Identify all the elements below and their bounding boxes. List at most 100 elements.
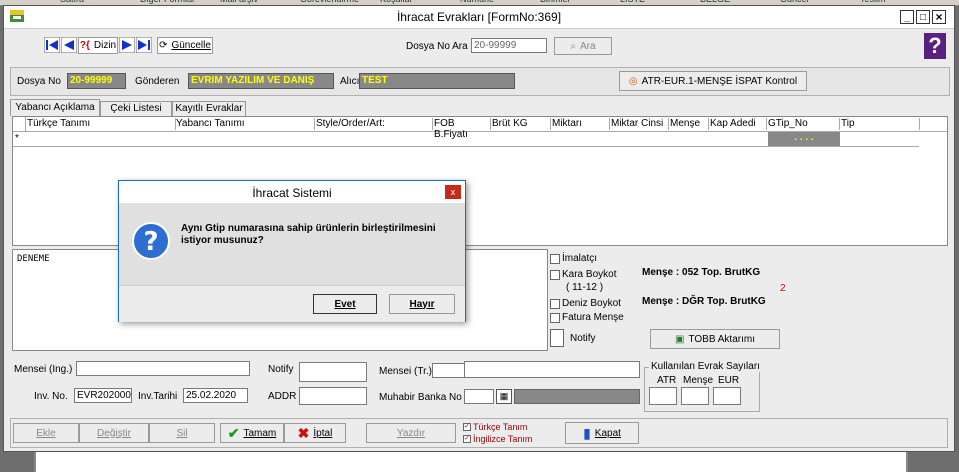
yazdir-button[interactable]: Yazdır <box>366 423 456 443</box>
mensei-ing-field[interactable] <box>76 361 250 376</box>
muhabir-label: Muhabir Banka No <box>379 392 462 403</box>
summary-line-1: Menşe : 052 Top. BrutKG <box>642 267 761 278</box>
nav-first-icon[interactable] <box>44 37 60 53</box>
help-button[interactable]: ? <box>924 33 946 59</box>
nav-prev-icon[interactable] <box>61 37 77 53</box>
tab-yabanci-aciklama[interactable]: Yabancı Açıklama <box>10 99 100 116</box>
col-turkce-tanimi[interactable]: Türkçe Tanımı <box>27 118 176 130</box>
muhabir-field[interactable] <box>464 389 494 404</box>
ekle-button[interactable]: Ekle <box>13 423 79 443</box>
col-kap-adedi[interactable]: Kap Adedi <box>710 118 767 130</box>
tobb-aktarimi-button[interactable]: ▣ TOBB Aktarımı <box>650 329 780 349</box>
dosya-no-field[interactable]: 20-99999 <box>67 73 126 89</box>
col-miktari[interactable]: Miktarı <box>552 118 610 130</box>
kara-boykot-sub: ( 11-12 ) <box>566 282 604 293</box>
background-strip-item: Satıra <box>60 0 84 4</box>
ara-button[interactable]: ⌕ Ara <box>554 37 612 55</box>
evet-button[interactable]: Evet <box>313 294 377 314</box>
notify-box[interactable] <box>550 329 564 347</box>
hayir-button[interactable]: Hayır <box>389 294 455 314</box>
mense-count-field[interactable] <box>681 387 709 405</box>
eur-label: EUR <box>718 375 740 386</box>
tamam-button[interactable]: ✔ Tamam <box>220 423 284 443</box>
dizin-icon: ?{ <box>79 40 90 51</box>
gonderen-field[interactable]: EVRIM YAZILIM VE DANIŞ <box>188 73 334 89</box>
inv-no-field[interactable]: EVR202000 <box>74 388 132 403</box>
options-panel: İmalatçı Kara Boykot ( 11-12 ) Deniz Boy… <box>550 249 946 351</box>
notify-field[interactable] <box>299 362 367 382</box>
nav-last-icon[interactable] <box>136 37 152 53</box>
minimize-button[interactable]: _ <box>900 10 914 24</box>
fatura-mense-box[interactable] <box>550 312 560 323</box>
mense-count-label: Menşe <box>683 375 714 386</box>
dialog-close-button[interactable]: x <box>445 185 461 199</box>
eur-count-field[interactable] <box>713 387 741 405</box>
col-miktar-cinsi[interactable]: Miktar Cinsi <box>611 118 669 130</box>
kara-boykot-box[interactable] <box>550 269 560 280</box>
col-brut-kg[interactable]: Brüt KG <box>492 118 551 130</box>
search-input[interactable]: 20-99999 <box>471 38 547 53</box>
col-style-order-art[interactable]: Style/Order/Art: <box>316 118 433 130</box>
summary-count: 2 <box>780 283 786 294</box>
col-tip[interactable]: Tip <box>841 118 920 130</box>
col-yabanci-tanimi[interactable]: Yabancı Tanımı <box>176 118 315 130</box>
inv-tarihi-label: Inv.Tarihi <box>138 391 178 402</box>
atr-eur-kontrol-button[interactable]: ◎ ATR-EUR.1-MENŞE İSPAT Kontrol <box>619 71 807 91</box>
kullanilan-evrak-group: Kullanılan Evrak Sayıları ATR Menşe EUR <box>644 361 762 412</box>
ingilizce-tanim-option[interactable]: ✓ İngilizce Tanım <box>463 434 532 444</box>
col-gtip-no[interactable]: GTip_No <box>768 118 840 130</box>
turkce-tanim-option[interactable]: ✓ Türkçe Tanım <box>463 422 527 432</box>
col-mense[interactable]: Menşe <box>670 118 709 130</box>
cross-icon: ✖ <box>297 424 310 441</box>
close-button[interactable]: × <box>932 10 946 24</box>
inv-no-label: Inv. No. <box>34 391 68 402</box>
dialog-title: İhracat Sistemi <box>252 186 332 200</box>
background-strip-item: BELGE <box>700 0 730 4</box>
kara-boykot-checkbox[interactable]: Kara Boykot <box>550 269 616 280</box>
lower-form: Mensei (Ing.) Notify Mensei (Tr.) Inv. N… <box>12 354 948 414</box>
imalatci-box[interactable] <box>550 253 560 264</box>
sil-button[interactable]: Sil <box>149 423 215 443</box>
tab-kayitli-evraklar[interactable]: Kayıtlı Evraklar <box>172 101 246 116</box>
imalatci-checkbox[interactable]: İmalatçı <box>550 253 597 264</box>
background-strip-item: Görevlendirme <box>300 0 359 4</box>
deniz-boykot-box[interactable] <box>550 298 560 309</box>
grid-new-row[interactable]: * . . . . <box>13 132 919 147</box>
atr-count-field[interactable] <box>649 387 677 405</box>
toolbar: ?{Dizin ⟳ Güncelle Dosya No Ara 20-99999 … <box>4 29 954 65</box>
degistir-button[interactable]: Değiştir <box>79 423 149 443</box>
kullanilan-label: Kullanılan Evrak Sayıları <box>649 361 762 372</box>
dosya-no-ara-label: Dosya No Ara <box>406 41 468 52</box>
guncelle-button[interactable]: ⟳ Güncelle <box>157 37 213 54</box>
ingilizce-tanim-checkbox[interactable]: ✓ <box>463 435 471 443</box>
bottom-bar: Ekle Değiştir Sil ✔ Tamam ✖ İptal Yazdır ✓… <box>10 418 948 448</box>
deniz-boykot-checkbox[interactable]: Deniz Boykot <box>550 298 621 309</box>
dizin-button[interactable]: ?{Dizin <box>78 37 118 54</box>
background-strip-item: Mail arşiv <box>220 0 258 4</box>
iptal-button[interactable]: ✖ İptal <box>284 423 346 443</box>
addr-field[interactable] <box>299 387 367 405</box>
notify-checkbox[interactable]: Notify <box>550 329 596 347</box>
inv-tarihi-field[interactable]: 25.02.2020 <box>183 388 248 403</box>
mensei-tr-label: Mensei (Tr.) <box>379 366 432 377</box>
maximize-button[interactable]: □ <box>916 10 930 24</box>
confirm-dialog: İhracat Sistemi x ? Aynı Gtip numarasına… <box>118 180 466 322</box>
atr-label: ATR <box>657 375 677 386</box>
tab-ceki-listesi[interactable]: Çeki Listesi <box>100 101 172 116</box>
mensei-tr-desc-field[interactable] <box>464 361 640 378</box>
gonderen-label: Gönderen <box>135 76 180 87</box>
alici-field[interactable]: TEST <box>359 73 515 89</box>
calculator-icon[interactable]: ▦ <box>496 389 512 404</box>
gtip-no-cell[interactable]: . . . . <box>768 132 840 146</box>
dialog-message: Aynı Gtip numarasına sahip ürünlerin bir… <box>181 223 436 246</box>
kapat-button[interactable]: ▮ Kapat <box>565 422 639 444</box>
background-strip-item: Koşullar <box>380 0 413 4</box>
turkce-tanim-checkbox[interactable]: ✓ <box>463 423 471 431</box>
alici-label: Alıcı <box>340 76 360 87</box>
background-strip-item: Güncel <box>780 0 809 4</box>
row-indicator-header <box>13 117 26 131</box>
fatura-mense-checkbox[interactable]: Fatura Menşe <box>550 312 624 323</box>
nav-next-icon[interactable] <box>119 37 135 53</box>
col-fob-fiyati[interactable]: FOB B.Fiyatı <box>434 118 491 140</box>
title-bar: İhracat Evrakları [FormNo:369] _ □ × <box>4 6 954 29</box>
